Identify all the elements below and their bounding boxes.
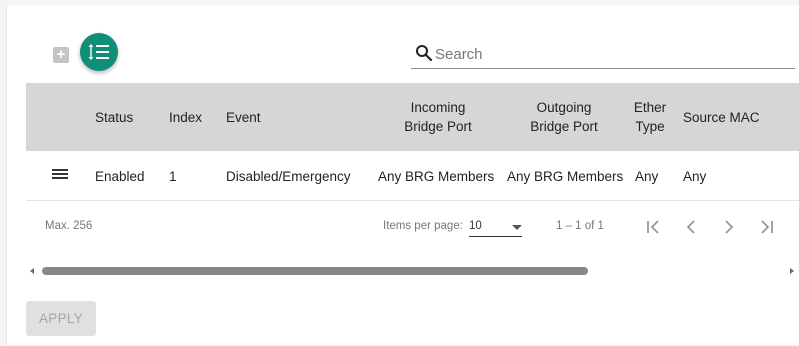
- search-field[interactable]: [411, 39, 795, 69]
- cell-ether-type: Any: [635, 168, 659, 184]
- header-ether-type[interactable]: Ether Type: [629, 83, 671, 151]
- cell-source-mac: Any: [683, 168, 707, 184]
- scroll-right-arrow-icon[interactable]: [790, 268, 794, 274]
- table-toolbar: +: [7, 5, 799, 83]
- table-header: Status Index Event Incoming Bridge Port O…: [26, 83, 799, 151]
- max-entries-label: Max. 256: [45, 220, 93, 232]
- paginator: Max. 256 Items per page: 10 1 – 1 of 1: [26, 201, 799, 253]
- previous-page-button[interactable]: [675, 211, 707, 243]
- drag-handle-icon[interactable]: [52, 169, 68, 182]
- scrollbar-thumb[interactable]: [42, 267, 588, 275]
- last-page-button[interactable]: [751, 211, 783, 243]
- chevron-left-icon: [686, 220, 695, 234]
- header-status[interactable]: Status: [95, 83, 133, 151]
- scroll-left-arrow-icon[interactable]: [30, 268, 34, 274]
- header-outgoing-bridge-port[interactable]: Outgoing Bridge Port: [503, 83, 625, 151]
- first-page-button[interactable]: [637, 211, 669, 243]
- header-incoming-bridge-port[interactable]: Incoming Bridge Port: [374, 83, 502, 151]
- header-incoming-line1: Incoming: [410, 100, 466, 115]
- horizontal-scrollbar[interactable]: [26, 264, 799, 278]
- cell-incoming-bridge-port: Any BRG Members: [378, 168, 495, 184]
- header-event[interactable]: Event: [226, 83, 261, 151]
- items-per-page-select[interactable]: 10: [469, 215, 522, 237]
- header-outgoing-line2: Bridge Port: [530, 119, 598, 134]
- cell-index: 1: [169, 168, 177, 184]
- next-page-button[interactable]: [713, 211, 745, 243]
- header-index[interactable]: Index: [169, 83, 202, 151]
- cell-outgoing-bridge-port: Any BRG Members: [507, 168, 624, 184]
- first-page-icon: [647, 220, 659, 234]
- header-incoming-line2: Bridge Port: [404, 119, 472, 134]
- header-ether-line1: Ether: [633, 100, 667, 115]
- dropdown-arrow-icon: [512, 225, 522, 230]
- cell-event: Disabled/Emergency: [226, 168, 351, 184]
- table-row[interactable]: Enabled 1 Disabled/Emergency Any BRG Mem…: [26, 151, 799, 201]
- apply-button[interactable]: APPLY: [26, 301, 96, 336]
- header-outgoing-line1: Outgoing: [536, 100, 592, 115]
- chevron-right-icon: [725, 220, 734, 234]
- items-per-page-value: 10: [469, 220, 482, 232]
- page-range-label: 1 – 1 of 1: [556, 220, 604, 232]
- rule-table-card: + Status Index Event Incoming Bridge Port…: [6, 5, 799, 345]
- header-source-mac[interactable]: Source MAC: [683, 83, 760, 151]
- reorder-button[interactable]: [80, 33, 118, 71]
- search-input[interactable]: [435, 43, 775, 65]
- header-ether-line2: Type: [635, 119, 665, 134]
- last-page-icon: [761, 220, 773, 234]
- reorder-icon: [88, 44, 109, 60]
- items-per-page-label: Items per page:: [383, 220, 463, 232]
- search-icon: [416, 45, 433, 62]
- cell-status: Enabled: [95, 168, 145, 184]
- add-rule-button[interactable]: +: [53, 47, 69, 63]
